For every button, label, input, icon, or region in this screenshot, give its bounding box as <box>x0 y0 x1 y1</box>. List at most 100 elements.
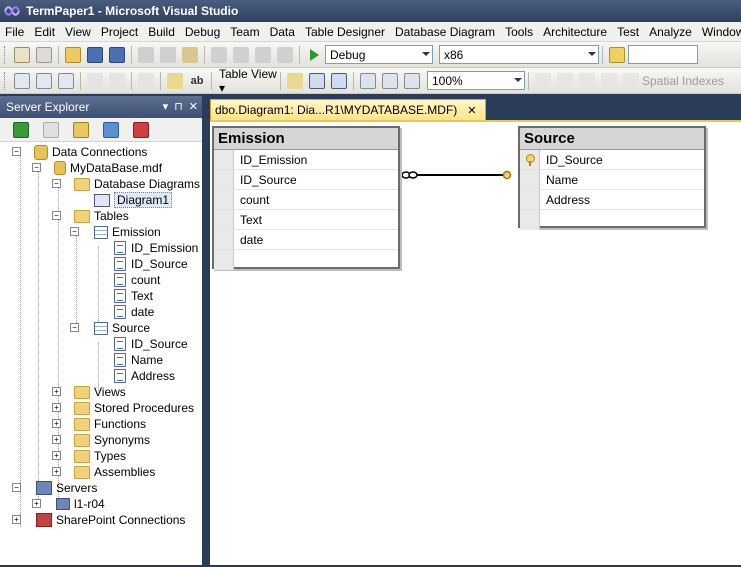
diagram-table-source[interactable]: Source ID_Source Name Address <box>518 126 706 230</box>
collapse-icon[interactable]: − <box>12 483 21 492</box>
column-row[interactable]: Text <box>214 210 398 230</box>
tree-tables[interactable]: − Tables <box>52 208 129 224</box>
column-row[interactable]: Address <box>520 190 704 210</box>
tree-stored-procedures[interactable]: + Stored Procedures <box>52 400 194 416</box>
close-icon[interactable]: ✕ <box>467 104 476 117</box>
tree-column[interactable]: ID_Emission <box>114 240 198 256</box>
tree-column[interactable]: ID_Source <box>114 256 188 272</box>
new-table-icon[interactable] <box>14 72 30 89</box>
arrange-selection-icon[interactable] <box>360 72 376 89</box>
add-table-icon[interactable] <box>36 72 52 89</box>
navigate-forward-icon[interactable] <box>277 46 293 63</box>
tree-views[interactable]: + Views <box>52 384 126 400</box>
tree-sharepoint-connections[interactable]: + SharePoint Connections <box>12 512 185 528</box>
collapse-icon[interactable]: − <box>70 323 79 332</box>
undo-icon[interactable] <box>211 46 227 63</box>
auto-hide-pin-icon[interactable]: ⊓ <box>174 100 183 113</box>
column-row[interactable]: ID_Emission <box>214 150 398 170</box>
empty-column-row[interactable] <box>520 210 704 230</box>
menu-window[interactable]: Window <box>697 25 741 39</box>
menu-build[interactable]: Build <box>143 25 180 39</box>
window-position-icon[interactable]: ▾ <box>163 100 169 113</box>
diagram-table-emission[interactable]: Emission ID_Emission ID_Source count Tex… <box>212 126 400 270</box>
tab-diagram1[interactable]: dbo.Diagram1: Dia...R1\MYDATABASE.MDF) ✕ <box>210 99 486 120</box>
table-view-dropdown[interactable]: Table View ▾ <box>215 67 277 95</box>
tree-column[interactable]: ID_Source <box>114 336 188 352</box>
close-icon[interactable]: ✕ <box>189 100 198 113</box>
expand-icon[interactable]: + <box>52 435 61 444</box>
navigate-backward-icon[interactable] <box>255 46 271 63</box>
menu-data[interactable]: Data <box>265 25 300 39</box>
menu-file[interactable]: File <box>0 25 29 39</box>
tree-database-diagrams[interactable]: − Database Diagrams <box>52 176 200 192</box>
tree-server-node[interactable]: + l1-r04 <box>32 496 105 512</box>
column-row[interactable]: date <box>214 230 398 250</box>
tree-column[interactable]: Address <box>114 368 175 384</box>
new-text-annotation-icon[interactable]: ab <box>189 73 205 89</box>
collapse-icon[interactable]: − <box>32 163 41 172</box>
indexes-keys-icon[interactable] <box>557 72 573 89</box>
menu-analyze[interactable]: Analyze <box>644 25 697 39</box>
expand-icon[interactable]: + <box>52 451 61 460</box>
set-primary-key-icon[interactable] <box>167 72 183 89</box>
find-in-files-icon[interactable] <box>609 46 625 63</box>
tree-synonyms[interactable]: + Synonyms <box>52 432 150 448</box>
refresh-icon[interactable] <box>13 121 29 138</box>
column-row[interactable]: ID_Source <box>520 150 704 170</box>
tree-servers[interactable]: − Servers <box>12 480 97 496</box>
menu-table-designer[interactable]: Table Designer <box>300 25 390 39</box>
spatial-indexes-button[interactable]: Spatial Indexes <box>642 74 724 88</box>
solution-platform-combo[interactable]: x86 <box>439 45 599 64</box>
diagram-canvas[interactable]: Emission ID_Emission ID_Source count Tex… <box>210 120 741 565</box>
recalculate-page-breaks-icon[interactable] <box>331 72 347 89</box>
connect-to-database-icon[interactable] <box>73 121 89 138</box>
add-related-tables-icon[interactable] <box>58 72 74 89</box>
expand-icon[interactable]: + <box>32 499 41 508</box>
menu-team[interactable]: Team <box>225 25 264 39</box>
tree-functions[interactable]: + Functions <box>52 416 146 432</box>
autosize-tables-icon[interactable] <box>404 72 420 89</box>
add-item-icon[interactable] <box>36 46 52 63</box>
collapse-icon[interactable]: − <box>12 147 21 156</box>
fulltext-index-icon[interactable] <box>579 72 595 89</box>
remove-from-diagram-icon[interactable] <box>109 72 125 89</box>
empty-column-row[interactable] <box>214 250 398 270</box>
save-all-icon[interactable] <box>109 46 125 63</box>
expand-icon[interactable]: + <box>52 403 61 412</box>
toolbar-grip[interactable] <box>4 45 7 64</box>
tree-table-emission[interactable]: − Emission <box>70 224 161 240</box>
expand-icon[interactable]: + <box>52 387 61 396</box>
tree-column[interactable]: count <box>114 272 160 288</box>
menu-view[interactable]: View <box>60 25 96 39</box>
new-project-icon[interactable] <box>14 46 30 63</box>
menu-database-diagram[interactable]: Database Diagram <box>390 25 500 39</box>
tree-diagram1[interactable]: Diagram1 <box>94 192 173 208</box>
tree-database[interactable]: − MyDataBase.mdf <box>32 160 162 176</box>
tree-column[interactable]: Name <box>114 352 163 368</box>
column-row[interactable]: count <box>214 190 398 210</box>
xml-indexes-icon[interactable] <box>601 72 617 89</box>
save-icon[interactable] <box>87 46 103 63</box>
tree-column[interactable]: Text <box>114 288 153 304</box>
tree-table-source[interactable]: − Source <box>70 320 150 336</box>
zoom-combo[interactable]: 100% <box>427 71 525 90</box>
column-row[interactable]: ID_Source <box>214 170 398 190</box>
redo-icon[interactable] <box>233 46 249 63</box>
open-folder-icon[interactable] <box>65 46 81 63</box>
delete-tables-icon[interactable] <box>87 72 103 89</box>
start-debugging-icon[interactable] <box>306 47 322 63</box>
tree-column[interactable]: date <box>114 304 154 320</box>
menu-debug[interactable]: Debug <box>180 25 225 39</box>
expand-icon[interactable]: + <box>12 515 21 524</box>
tree-assemblies[interactable]: + Assemblies <box>52 464 155 480</box>
connect-to-sharepoint-icon[interactable] <box>133 121 149 138</box>
connect-to-server-icon[interactable] <box>103 121 119 138</box>
menu-tools[interactable]: Tools <box>500 25 538 39</box>
menu-project[interactable]: Project <box>96 25 143 39</box>
toolbar-grip[interactable] <box>4 71 7 90</box>
menu-edit[interactable]: Edit <box>29 25 60 39</box>
generate-change-script-icon[interactable] <box>138 72 154 89</box>
show-relationship-labels-icon[interactable] <box>287 72 303 89</box>
menu-architecture[interactable]: Architecture <box>538 25 612 39</box>
stop-refresh-icon[interactable] <box>43 121 59 138</box>
